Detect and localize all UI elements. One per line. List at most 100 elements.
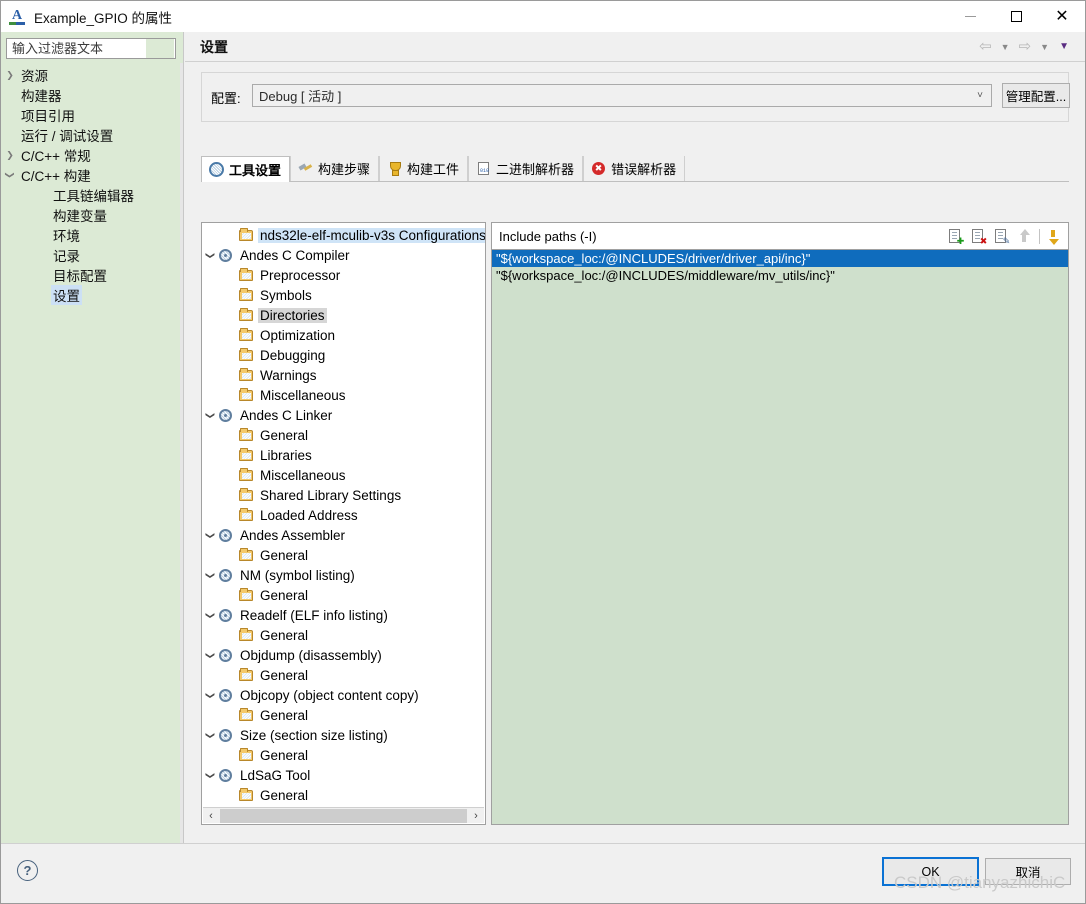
- tool-tree-item[interactable]: nds32le-elf-mculib-v3s Configurations: [202, 225, 485, 245]
- back-menu-chevron-down-icon[interactable]: ▼: [997, 42, 1014, 52]
- back-icon[interactable]: ⇦: [976, 38, 995, 55]
- maximize-button[interactable]: [993, 1, 1039, 32]
- tool-tree-item[interactable]: Size (section size listing): [202, 725, 485, 745]
- sidebar-item-label: 运行 / 调试设置: [21, 129, 114, 144]
- tab-4[interactable]: 二进制解析器: [468, 156, 584, 181]
- tool-tree-item[interactable]: Symbols: [202, 285, 485, 305]
- tool-tree-item[interactable]: Debugging: [202, 345, 485, 365]
- tool-tree-item[interactable]: LdSaG Tool: [202, 765, 485, 785]
- sidebar-item[interactable]: 构建变量: [1, 205, 183, 225]
- sidebar-item[interactable]: C/C++ 常规: [1, 145, 183, 165]
- sidebar-scrollbar[interactable]: [180, 63, 183, 874]
- move-up-icon[interactable]: [1016, 228, 1033, 245]
- chevron-expanded-icon[interactable]: [202, 570, 218, 581]
- forward-menu-chevron-down-icon[interactable]: ▼: [1036, 42, 1053, 52]
- tool-tree-item[interactable]: Libraries: [202, 445, 485, 465]
- tool-tree-item[interactable]: Objdump (disassembly): [202, 645, 485, 665]
- chevron-expanded-icon[interactable]: [1, 165, 19, 186]
- delete-icon[interactable]: ✖: [970, 228, 987, 245]
- help-icon[interactable]: ?: [17, 860, 38, 881]
- include-paths-list[interactable]: "${workspace_loc:/@INCLUDES/driver/drive…: [492, 250, 1068, 824]
- chevron-down-icon: ˅: [977, 90, 983, 101]
- chevron-expanded-icon[interactable]: [202, 770, 218, 781]
- tool-tree-item[interactable]: Miscellaneous: [202, 385, 485, 405]
- chevron-expanded-icon[interactable]: [202, 250, 218, 261]
- sidebar-item[interactable]: 设置: [1, 285, 183, 305]
- cancel-button[interactable]: 取消: [985, 858, 1071, 885]
- tool-tree-item[interactable]: General: [202, 705, 485, 725]
- filter-box[interactable]: [6, 38, 176, 59]
- chevron-expanded-icon[interactable]: [202, 650, 218, 661]
- minimize-button[interactable]: [947, 1, 993, 32]
- forward-icon[interactable]: ⇨: [1016, 38, 1035, 55]
- sidebar-item[interactable]: 资源: [1, 65, 183, 85]
- tool-tree-item[interactable]: General: [202, 785, 485, 805]
- tool-tree-item-label: General: [260, 627, 309, 643]
- sidebar-item[interactable]: C/C++ 构建: [1, 165, 183, 185]
- include-path-row[interactable]: "${workspace_loc:/@INCLUDES/middleware/m…: [492, 267, 1068, 284]
- chevron-expanded-icon[interactable]: [202, 730, 218, 741]
- tab-1[interactable]: 工具设置: [201, 156, 291, 182]
- tool-tree-item[interactable]: Shared Library Settings: [202, 485, 485, 505]
- tool-tree-item[interactable]: Optimization: [202, 325, 485, 345]
- tool-tree-item[interactable]: Andes Assembler: [202, 525, 485, 545]
- sidebar-item[interactable]: 记录: [1, 245, 183, 265]
- gear-icon: [218, 688, 235, 703]
- sidebar-item-label: C/C++ 构建: [21, 169, 91, 184]
- sidebar-item[interactable]: 环境: [1, 225, 183, 245]
- include-path-row[interactable]: "${workspace_loc:/@INCLUDES/driver/drive…: [492, 250, 1068, 267]
- tool-tree-item[interactable]: General: [202, 625, 485, 645]
- chevron-expanded-icon[interactable]: [202, 410, 218, 421]
- include-paths-panel: Include paths (-I) ✚ ✖ ✎ "${workspace_lo…: [491, 222, 1069, 825]
- include-paths-toolbar: ✚ ✖ ✎: [947, 228, 1063, 245]
- scroll-left-icon[interactable]: ‹: [203, 810, 219, 822]
- tool-tree-item[interactable]: Miscellaneous: [202, 465, 485, 485]
- tool-tree-item[interactable]: Directories: [202, 305, 485, 325]
- tool-tree-item[interactable]: General: [202, 425, 485, 445]
- scroll-thumb[interactable]: [220, 808, 467, 823]
- tool-tree-item[interactable]: NM (symbol listing): [202, 565, 485, 585]
- tool-tree-item[interactable]: General: [202, 585, 485, 605]
- chevron-collapsed-icon[interactable]: [1, 65, 19, 86]
- tool-tree-item-label: General: [260, 427, 309, 443]
- sidebar-item[interactable]: 工具链编辑器: [1, 185, 183, 205]
- tool-tree-item[interactable]: Readelf (ELF info listing): [202, 605, 485, 625]
- sidebar-item[interactable]: 构建器: [1, 85, 183, 105]
- andes-a-icon: A: [8, 8, 26, 26]
- chevron-expanded-icon[interactable]: [202, 610, 218, 621]
- ok-button[interactable]: OK: [882, 857, 979, 886]
- tool-tree-item-label: General: [260, 707, 309, 723]
- tool-tree-item[interactable]: Warnings: [202, 365, 485, 385]
- chevron-expanded-icon[interactable]: [202, 530, 218, 541]
- chevron-collapsed-icon[interactable]: [1, 145, 19, 166]
- tool-tree-item-label: Objcopy (object content copy): [240, 687, 419, 703]
- tool-tree-item[interactable]: General: [202, 665, 485, 685]
- tool-tree-item[interactable]: Andes C Linker: [202, 405, 485, 425]
- tab-3[interactable]: 构建工件: [379, 156, 469, 181]
- settings-sidebar: 资源构建器项目引用运行 / 调试设置 C/C++ 常规 C/C++ 构建工具链编辑器…: [1, 32, 184, 874]
- move-down-icon[interactable]: [1046, 228, 1063, 245]
- view-menu-chevron-down-icon[interactable]: ▼: [1055, 41, 1073, 52]
- tool-tree-item[interactable]: General: [202, 745, 485, 765]
- page-header: 设置 ⇦ ▼ ⇨ ▼ ▼: [185, 32, 1085, 62]
- tool-tree-item[interactable]: Objcopy (object content copy): [202, 685, 485, 705]
- scroll-right-icon[interactable]: ›: [468, 810, 484, 822]
- tool-tree-item[interactable]: Andes C Compiler: [202, 245, 485, 265]
- tool-tree-hscrollbar[interactable]: ‹ ›: [203, 807, 484, 823]
- tool-tree-item[interactable]: Loaded Address: [202, 505, 485, 525]
- add-icon[interactable]: ✚: [947, 228, 964, 245]
- close-button[interactable]: ✕: [1039, 1, 1085, 32]
- chevron-expanded-icon[interactable]: [202, 690, 218, 701]
- tool-tree-item[interactable]: General: [202, 545, 485, 565]
- edit-icon[interactable]: ✎: [993, 228, 1010, 245]
- sidebar-item[interactable]: 运行 / 调试设置: [1, 125, 183, 145]
- sidebar-item[interactable]: 项目引用: [1, 105, 183, 125]
- tool-tree-item[interactable]: Preprocessor: [202, 265, 485, 285]
- filter-input[interactable]: [10, 39, 146, 58]
- configuration-dropdown[interactable]: Debug [ 活动 ] ˅: [252, 84, 992, 107]
- sidebar-item[interactable]: 目标配置: [1, 265, 183, 285]
- tab-5[interactable]: ✖ 错误解析器: [583, 156, 686, 181]
- manage-configurations-button[interactable]: 管理配置...: [1002, 83, 1070, 108]
- filter-clear-area[interactable]: [146, 39, 174, 58]
- tab-2[interactable]: 构建步骤: [290, 156, 380, 181]
